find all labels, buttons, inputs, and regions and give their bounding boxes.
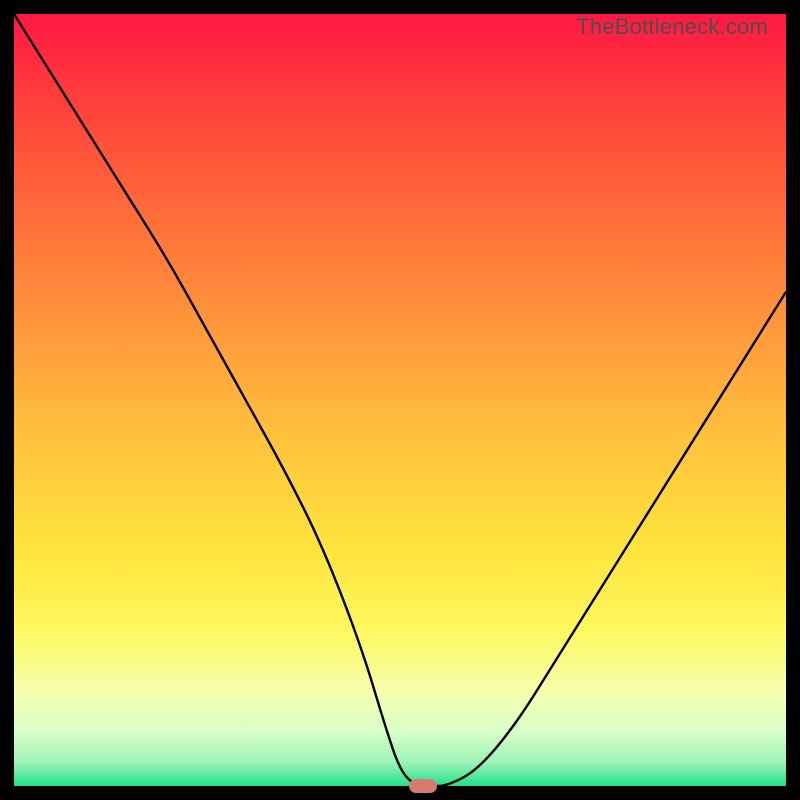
- bottleneck-chart: [14, 14, 786, 786]
- watermark-text: TheBottleneck.com: [576, 14, 768, 40]
- gradient-background: [14, 14, 786, 786]
- chart-frame: TheBottleneck.com: [14, 14, 786, 786]
- optimal-point-marker: [409, 779, 437, 793]
